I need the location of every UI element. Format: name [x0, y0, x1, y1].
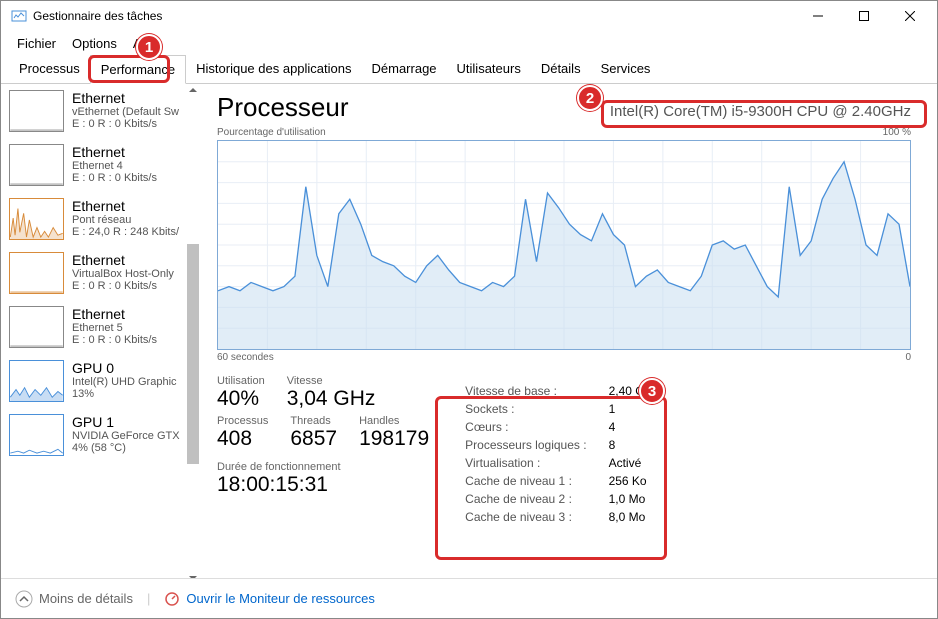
thumbnail-chart: [9, 306, 64, 348]
thumbnail-chart: [9, 414, 64, 456]
sidebar-item-sub1: Ethernet 5: [72, 322, 157, 334]
page-title: Processeur: [217, 92, 349, 123]
sidebar-item-name: Ethernet: [72, 252, 174, 268]
sidebar-item[interactable]: EthernetvEthernet (Default SwE : 0 R : 0…: [3, 84, 201, 138]
stat-proc-value: 408: [217, 427, 268, 451]
tab-processes[interactable]: Processus: [9, 55, 90, 83]
chart-label-bl: 60 secondes: [217, 352, 274, 363]
tab-services[interactable]: Services: [591, 55, 661, 83]
main-panel: Processeur Intel(R) Core(TM) i5-9300H CP…: [201, 84, 937, 584]
sidebar-item-name: Ethernet: [72, 198, 179, 214]
sidebar-item-name: GPU 1: [72, 414, 180, 430]
stat-uptime-value: 18:00:15:31: [217, 473, 429, 497]
stat-threads-label: Threads: [290, 415, 337, 427]
detail-logical-value: 8: [609, 437, 660, 453]
menu-file[interactable]: Fichier: [11, 34, 62, 53]
sidebar-item-sub2: 13%: [72, 388, 177, 400]
annotation-2: 2: [577, 85, 603, 111]
thumbnail-chart: [9, 360, 64, 402]
detail-l1-value: 256 Ko: [609, 473, 660, 489]
sidebar-item[interactable]: EthernetEthernet 5E : 0 R : 0 Kbits/s: [3, 300, 201, 354]
monitor-icon: [164, 591, 180, 607]
stat-proc-label: Processus: [217, 415, 268, 427]
app-icon: [11, 8, 27, 24]
stat-uptime-label: Durée de fonctionnement: [217, 461, 429, 473]
titlebar: Gestionnaire des tâches: [1, 1, 937, 31]
sidebar[interactable]: EthernetvEthernet (Default SwE : 0 R : 0…: [1, 84, 201, 584]
detail-sockets-label: Sockets :: [465, 401, 606, 417]
window-title: Gestionnaire des tâches: [33, 9, 795, 23]
sidebar-item-sub2: E : 0 R : 0 Kbits/s: [72, 118, 179, 130]
detail-l2-label: Cache de niveau 2 :: [465, 491, 606, 507]
sidebar-item[interactable]: EthernetVirtualBox Host-OnlyE : 0 R : 0 …: [3, 246, 201, 300]
scrollbar-thumb[interactable]: [187, 244, 199, 464]
sidebar-item-sub1: Pont réseau: [72, 214, 179, 226]
sidebar-item-sub1: NVIDIA GeForce GTX: [72, 430, 180, 442]
sidebar-item-sub1: vEthernet (Default Sw: [72, 106, 179, 118]
stat-speed-value: 3,04 GHz: [287, 387, 376, 411]
tab-app-history[interactable]: Historique des applications: [186, 55, 361, 83]
annotation-3: 3: [639, 378, 665, 404]
tab-bar: Processus Performance Historique des app…: [1, 55, 937, 84]
detail-l3-label: Cache de niveau 3 :: [465, 509, 606, 525]
open-resource-monitor-label: Ouvrir le Moniteur de ressources: [186, 591, 375, 606]
sidebar-item-sub2: E : 0 R : 0 Kbits/s: [72, 172, 157, 184]
sidebar-item-sub1: Ethernet 4: [72, 160, 157, 172]
detail-virt-label: Virtualisation :: [465, 455, 606, 471]
cpu-name: Intel(R) Core(TM) i5-9300H CPU @ 2.40GHz: [610, 103, 911, 120]
annotation-1: 1: [136, 34, 162, 60]
stat-speed-label: Vitesse: [287, 375, 376, 387]
stat-threads-value: 6857: [290, 427, 337, 451]
thumbnail-chart: [9, 144, 64, 186]
fewer-details-label: Moins de détails: [39, 591, 133, 606]
detail-cores-label: Cœurs :: [465, 419, 606, 435]
tab-users[interactable]: Utilisateurs: [447, 55, 531, 83]
stat-handles-label: Handles: [359, 415, 429, 427]
separator: |: [147, 591, 150, 606]
sidebar-item-sub2: E : 0 R : 0 Kbits/s: [72, 334, 157, 346]
stat-util-value: 40%: [217, 387, 265, 411]
maximize-button[interactable]: [841, 1, 887, 31]
sidebar-item-sub2: E : 0 R : 0 Kbits/s: [72, 280, 174, 292]
detail-base-speed-label: Vitesse de base :: [465, 383, 606, 399]
stat-handles-value: 198179: [359, 427, 429, 451]
sidebar-item-name: Ethernet: [72, 144, 157, 160]
sidebar-item-sub2: E : 24,0 R : 248 Kbits/: [72, 226, 179, 238]
sidebar-item[interactable]: EthernetEthernet 4E : 0 R : 0 Kbits/s: [3, 138, 201, 192]
thumbnail-chart: [9, 198, 64, 240]
minimize-button[interactable]: [795, 1, 841, 31]
footer: Moins de détails | Ouvrir le Moniteur de…: [1, 578, 937, 618]
tab-details[interactable]: Détails: [531, 55, 591, 83]
sidebar-item-sub1: VirtualBox Host-Only: [72, 268, 174, 280]
detail-logical-label: Processeurs logiques :: [465, 437, 606, 453]
sidebar-item[interactable]: GPU 0Intel(R) UHD Graphic13%: [3, 354, 201, 408]
sidebar-item-sub2: 4% (58 °C): [72, 442, 180, 454]
sidebar-item-name: Ethernet: [72, 90, 179, 106]
detail-cores-value: 4: [609, 419, 660, 435]
chart-label-tl: Pourcentage d'utilisation: [217, 127, 326, 138]
chart-label-tr: 100 %: [883, 127, 911, 138]
detail-l1-label: Cache de niveau 1 :: [465, 473, 606, 489]
scrollbar[interactable]: [185, 84, 201, 584]
open-resource-monitor-link[interactable]: Ouvrir le Moniteur de ressources: [164, 591, 375, 607]
sidebar-item[interactable]: GPU 1NVIDIA GeForce GTX4% (58 °C): [3, 408, 201, 462]
sidebar-item-name: GPU 0: [72, 360, 177, 376]
stat-util-label: Utilisation: [217, 375, 265, 387]
menu-options[interactable]: Options: [66, 34, 123, 53]
detail-virt-value: Activé: [609, 455, 660, 471]
sidebar-item[interactable]: EthernetPont réseauE : 24,0 R : 248 Kbit…: [3, 192, 201, 246]
tab-performance[interactable]: Performance: [90, 55, 186, 84]
chevron-up-icon: [15, 590, 33, 608]
close-button[interactable]: [887, 1, 933, 31]
detail-l3-value: 8,0 Mo: [609, 509, 660, 525]
sidebar-item-name: Ethernet: [72, 306, 157, 322]
fewer-details-button[interactable]: Moins de détails: [15, 590, 133, 608]
tab-startup[interactable]: Démarrage: [362, 55, 447, 83]
thumbnail-chart: [9, 90, 64, 132]
cpu-usage-chart: [217, 140, 911, 350]
thumbnail-chart: [9, 252, 64, 294]
sidebar-item-sub1: Intel(R) UHD Graphic: [72, 376, 177, 388]
chart-label-br: 0: [905, 352, 911, 363]
detail-l2-value: 1,0 Mo: [609, 491, 660, 507]
